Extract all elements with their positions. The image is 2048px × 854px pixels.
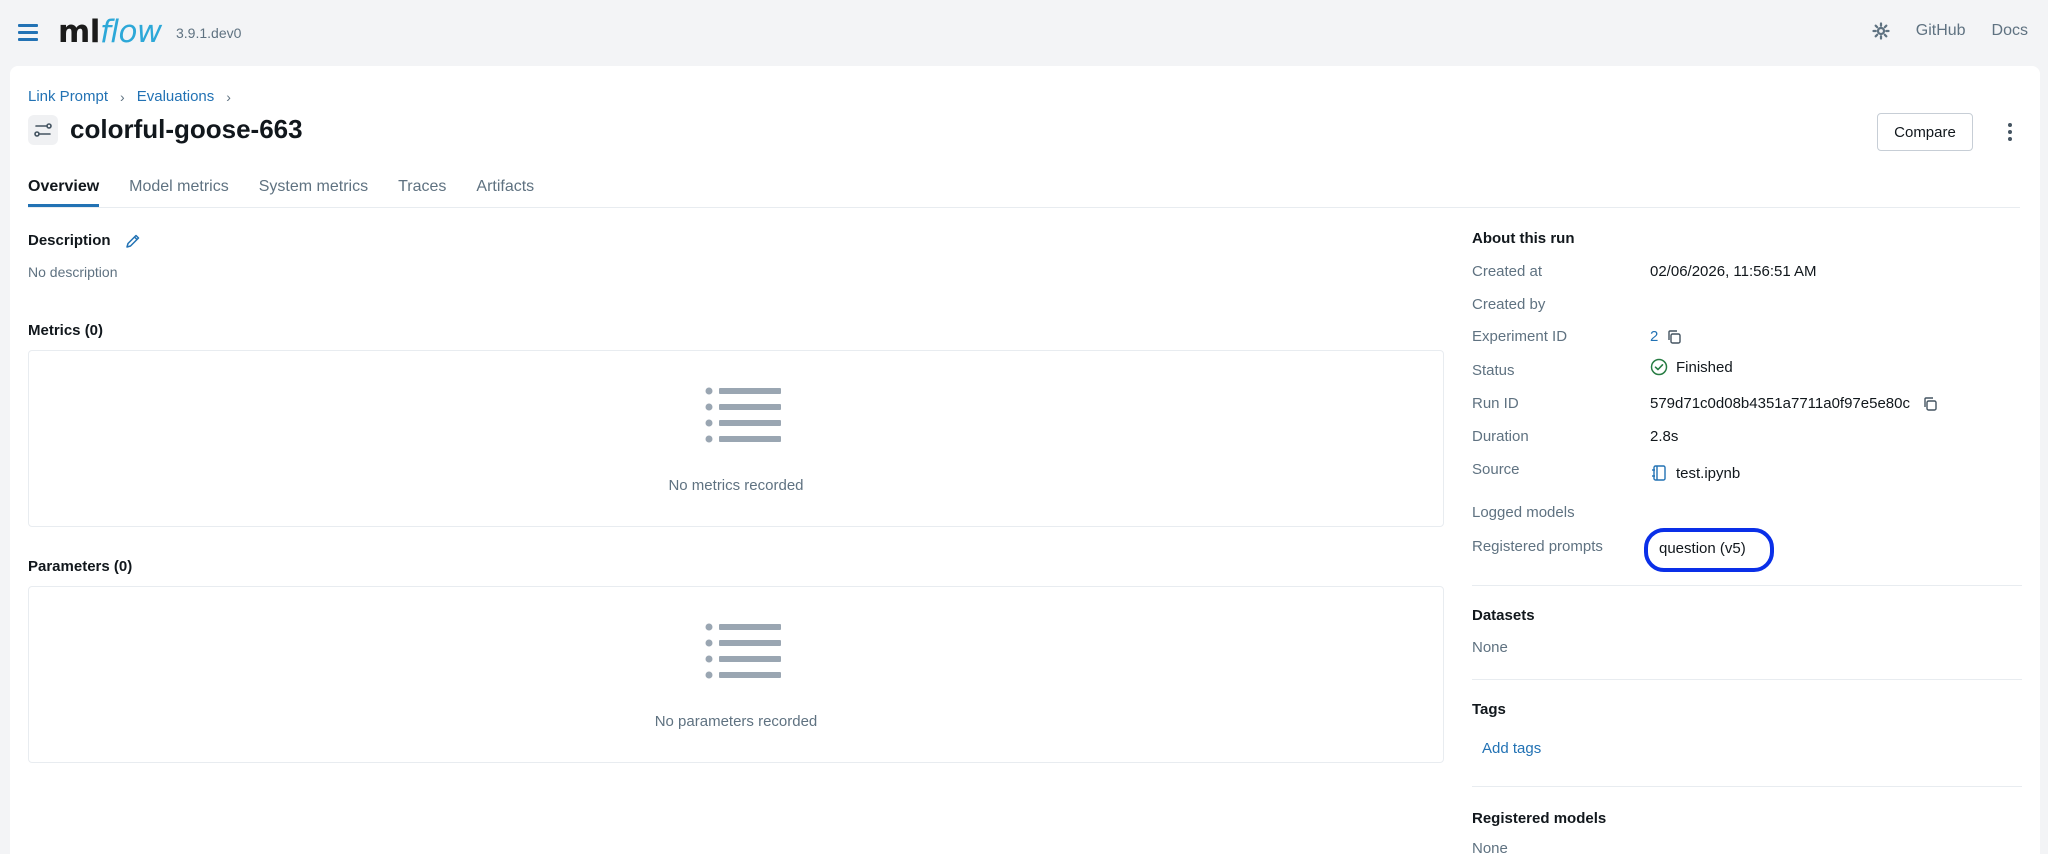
title-row: colorful-goose-663 xyxy=(28,114,303,145)
copy-icon[interactable] xyxy=(1922,396,1938,412)
metrics-empty-label: No metrics recorded xyxy=(668,477,804,494)
list-icon xyxy=(705,623,781,679)
tab-artifacts[interactable]: Artifacts xyxy=(476,178,534,207)
tab-bar: Overview Model metrics System metrics Tr… xyxy=(28,178,2020,208)
run-id-value: 579d71c0d08b4351a7711a0f97e5e80c xyxy=(1650,395,1938,412)
about-title: About this run xyxy=(1472,230,1575,247)
experiment-id-label: Experiment ID xyxy=(1472,328,1568,345)
hamburger-icon[interactable] xyxy=(18,24,38,42)
tab-model-metrics[interactable]: Model metrics xyxy=(129,178,229,207)
tab-traces[interactable]: Traces xyxy=(398,178,446,207)
description-text: No description xyxy=(28,264,118,280)
logged-models-label: Logged models xyxy=(1472,504,1575,521)
github-link[interactable]: GitHub xyxy=(1916,22,1966,40)
created-at-label: Created at xyxy=(1472,263,1543,280)
created-at-value: 02/06/2026, 11:56:51 AM xyxy=(1650,263,1817,280)
top-nav: GitHub Docs xyxy=(1872,22,2028,40)
created-by-label: Created by xyxy=(1472,296,1546,313)
run-icon xyxy=(28,114,58,145)
status-text: Finished xyxy=(1676,358,1733,376)
description-heading: Description xyxy=(28,232,141,249)
run-id-label: Run ID xyxy=(1472,395,1519,412)
breadcrumb-evaluations[interactable]: Evaluations xyxy=(137,88,215,105)
source-text: test.ipynb xyxy=(1676,464,1741,482)
registered-prompt-link[interactable]: question (v5) xyxy=(1659,540,1746,557)
metrics-empty-state: No metrics recorded xyxy=(28,350,1444,527)
datasets-value: None xyxy=(1472,639,1508,656)
divider xyxy=(1472,786,2022,787)
registered-models-value: None xyxy=(1472,840,1508,854)
tab-system-metrics[interactable]: System metrics xyxy=(259,178,368,207)
experiment-id-value: 2 xyxy=(1650,328,1682,345)
experiment-id-link[interactable]: 2 xyxy=(1650,328,1658,345)
pencil-icon[interactable] xyxy=(125,233,141,249)
breadcrumb-separator: › xyxy=(226,88,231,105)
status-badge: Finished xyxy=(1650,358,1733,376)
breadcrumb-separator: › xyxy=(120,88,125,105)
registered-models-heading: Registered models xyxy=(1472,810,1607,827)
docs-link[interactable]: Docs xyxy=(1992,22,2028,40)
copy-icon[interactable] xyxy=(1666,329,1682,345)
registered-prompts-label: Registered prompts xyxy=(1472,538,1603,555)
tab-overview[interactable]: Overview xyxy=(28,178,100,207)
parameters-empty-label: No parameters recorded xyxy=(654,713,818,730)
description-title: Description xyxy=(28,232,111,249)
metrics-heading: Metrics (0) xyxy=(28,322,104,339)
source-label: Source xyxy=(1472,461,1520,478)
main-panel: Link Prompt › Evaluations › colorful-goo… xyxy=(10,66,2040,854)
gear-icon[interactable] xyxy=(1872,22,1890,40)
source-value[interactable]: test.ipynb xyxy=(1650,464,1740,482)
divider xyxy=(1472,679,2022,680)
check-circle-icon xyxy=(1650,358,1668,376)
duration-value: 2.8s xyxy=(1650,428,1679,445)
compare-button[interactable]: Compare xyxy=(1877,113,1973,151)
divider xyxy=(1472,585,2022,586)
mlflow-logo[interactable]: mlflow xyxy=(58,14,162,50)
top-bar: mlflow 3.9.1.dev0 GitHub Docs xyxy=(0,0,2048,66)
page-title: colorful-goose-663 xyxy=(70,114,303,144)
run-id-text: 579d71c0d08b4351a7711a0f97e5e80c xyxy=(1650,395,1910,412)
version-label: 3.9.1.dev0 xyxy=(176,25,242,41)
status-label: Status xyxy=(1472,362,1515,379)
tags-heading: Tags xyxy=(1472,701,1506,718)
notebook-icon xyxy=(1652,465,1666,481)
kebab-icon[interactable] xyxy=(1998,120,2022,144)
parameters-empty-state: No parameters recorded xyxy=(28,586,1444,763)
add-tags-button[interactable]: Add tags xyxy=(1482,740,1541,757)
datasets-heading: Datasets xyxy=(1472,607,1535,624)
breadcrumb: Link Prompt › Evaluations › xyxy=(28,88,231,105)
list-icon xyxy=(705,387,781,443)
duration-label: Duration xyxy=(1472,428,1529,445)
breadcrumb-link-prompt[interactable]: Link Prompt xyxy=(28,88,108,105)
parameters-heading: Parameters (0) xyxy=(28,558,133,575)
